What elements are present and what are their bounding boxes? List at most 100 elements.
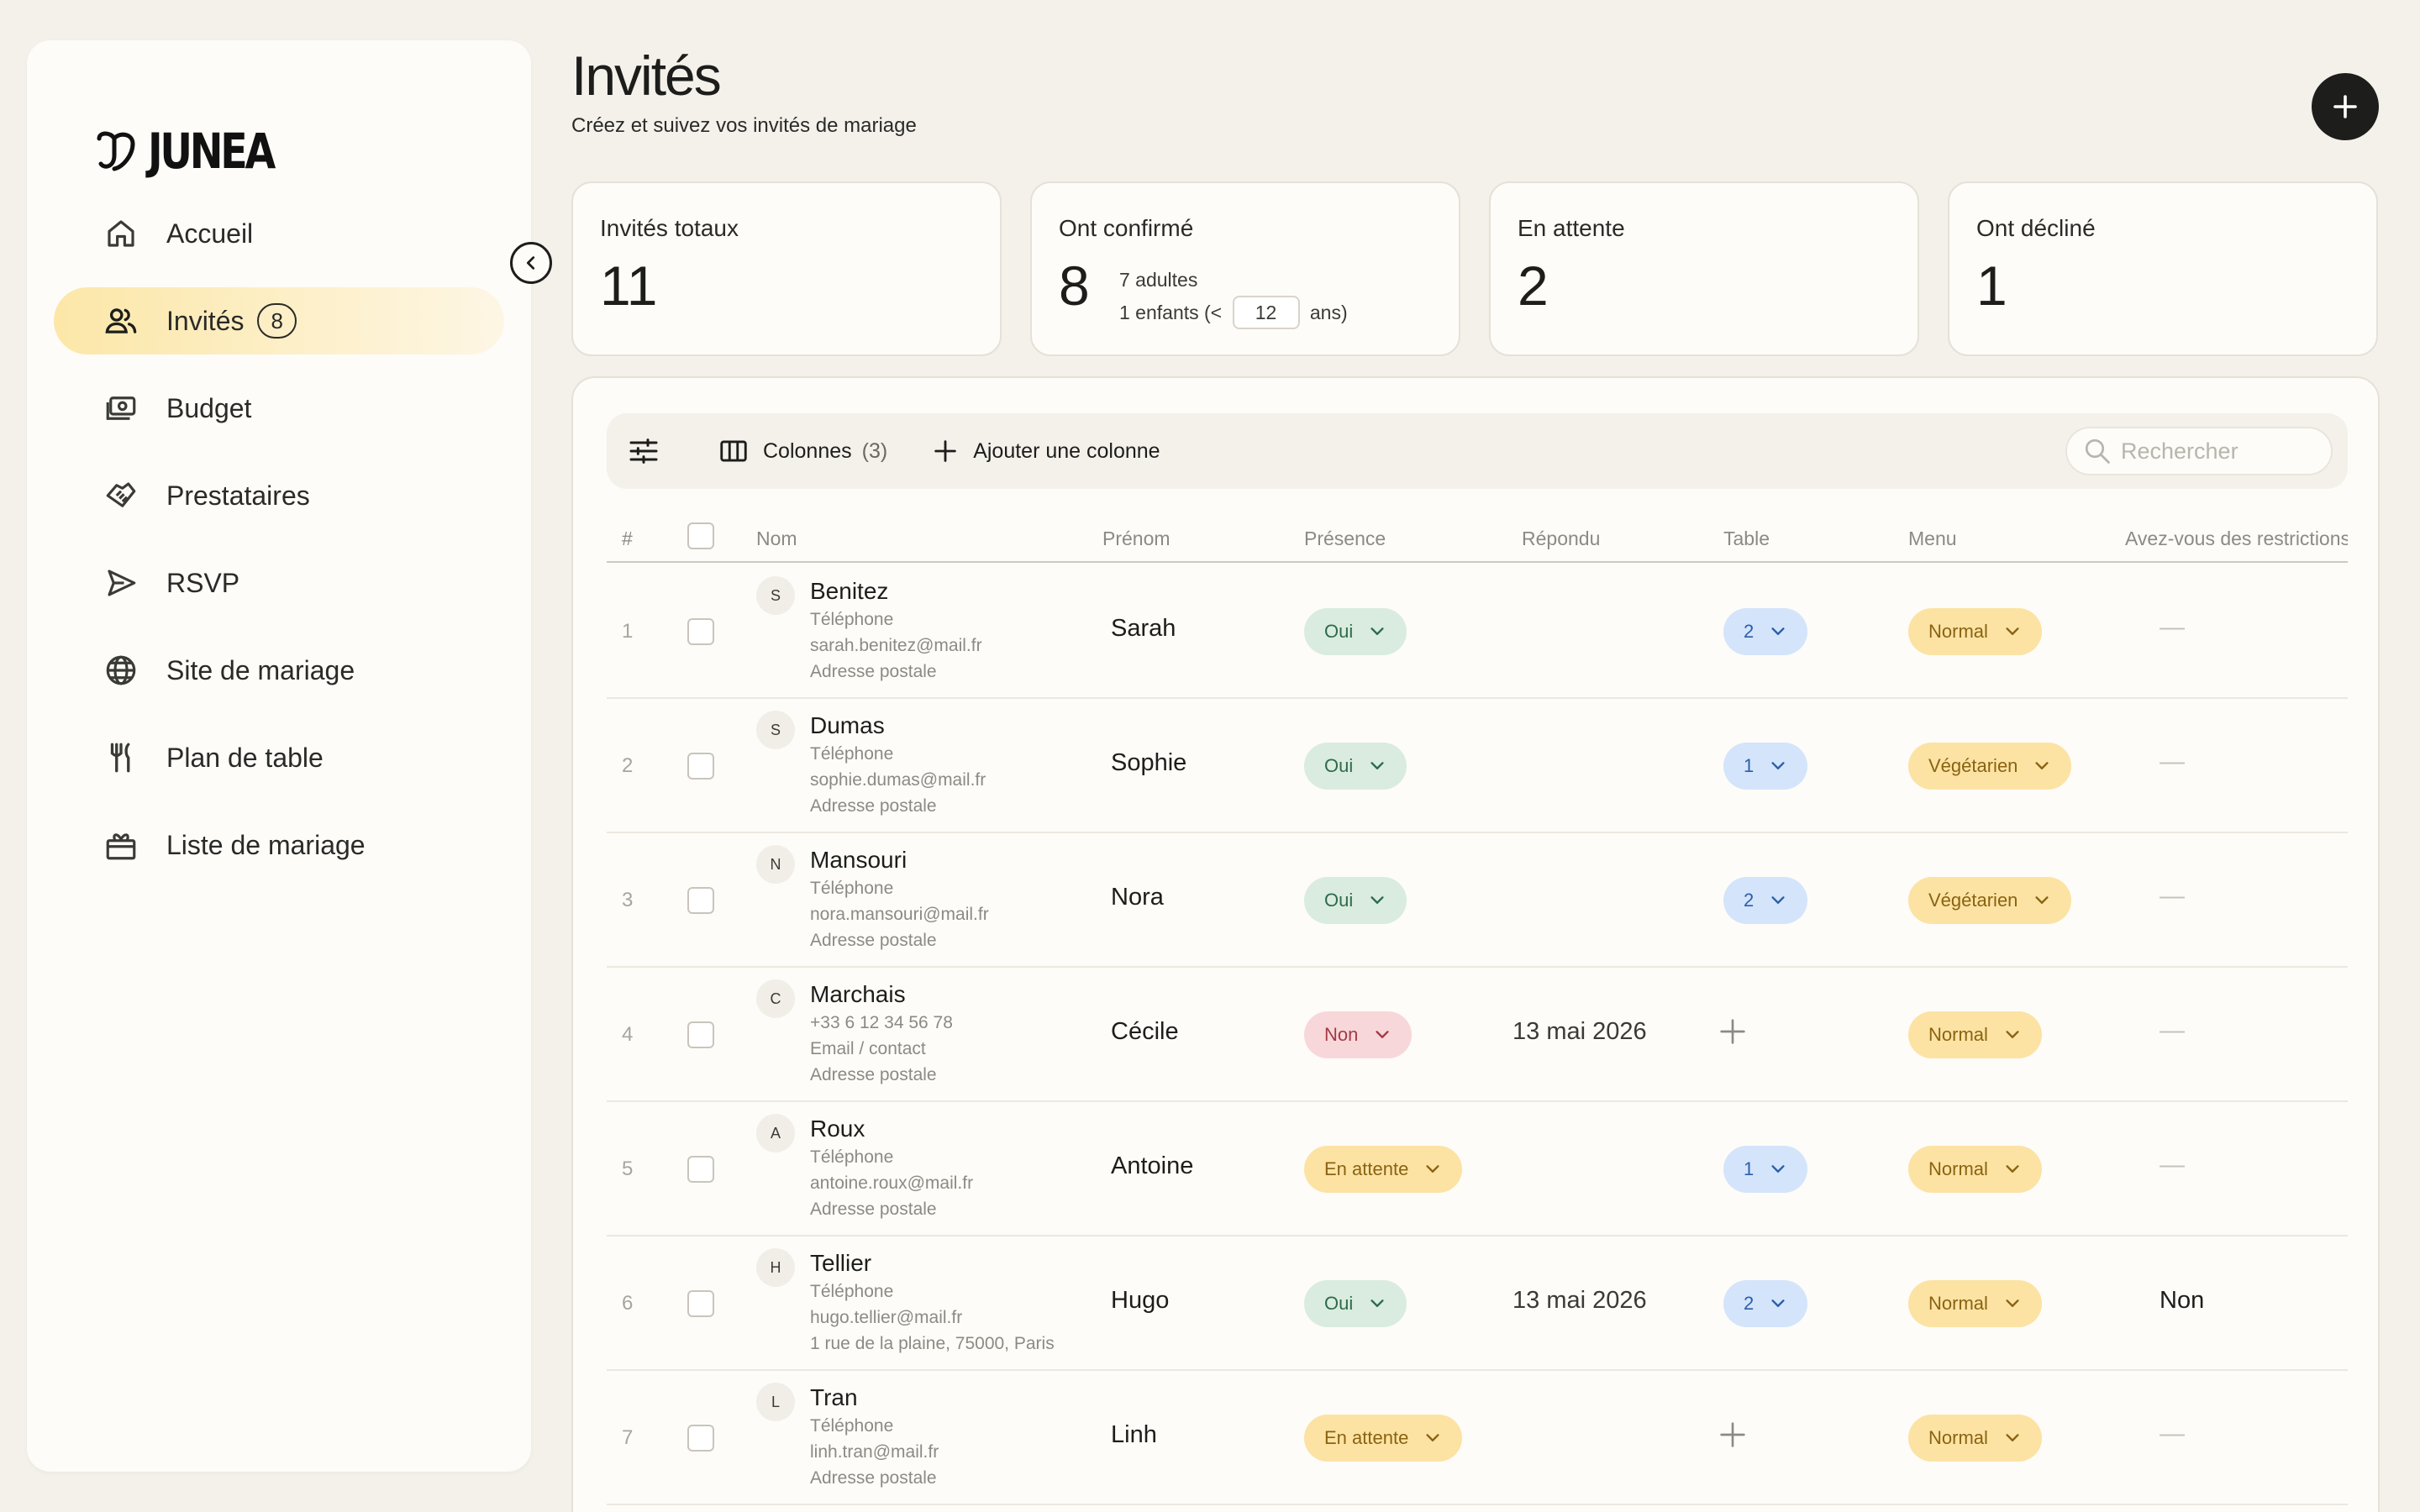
row-checkbox[interactable] [687, 1290, 714, 1317]
menu-select[interactable]: Normal [1908, 1280, 2042, 1327]
guest-phone[interactable]: Téléphone [810, 1278, 1055, 1305]
sidebar-item-invites[interactable]: Invités 8 [54, 287, 504, 354]
col-header-nom[interactable]: Nom [756, 528, 797, 550]
guest-phone[interactable]: Téléphone [810, 606, 982, 633]
guest-address[interactable]: Adresse postale [810, 1196, 973, 1222]
guest-last-name[interactable]: Roux [810, 1114, 973, 1144]
assign-table-button[interactable] [1716, 1418, 1749, 1456]
presence-select[interactable]: Oui [1304, 608, 1407, 655]
col-header-prenom[interactable]: Prénom [1102, 528, 1171, 550]
add-column-button[interactable]: Ajouter une colonne [931, 437, 1160, 465]
guest-last-name[interactable]: Tran [810, 1383, 939, 1413]
col-header-repondu[interactable]: Répondu [1522, 528, 1600, 550]
guest-email[interactable]: sophie.dumas@mail.fr [810, 767, 986, 793]
guest-first-name[interactable]: Nora [1111, 884, 1164, 911]
filter-button[interactable] [627, 434, 674, 468]
sidebar-item-budget[interactable]: Budget [54, 375, 504, 442]
sidebar-item-accueil[interactable]: Accueil [54, 200, 504, 267]
presence-select[interactable]: En attente [1304, 1146, 1463, 1193]
guest-email[interactable]: linh.tran@mail.fr [810, 1439, 939, 1465]
presence-value: En attente [1324, 1427, 1409, 1448]
select-all-checkbox[interactable] [687, 522, 714, 549]
restriction-value[interactable]: — [2160, 748, 2185, 776]
menu-select[interactable]: Normal [1908, 1011, 2042, 1058]
table-select[interactable]: 2 [1723, 877, 1808, 924]
row-checkbox[interactable] [687, 1425, 714, 1452]
restriction-value[interactable]: — [2160, 1151, 2185, 1179]
sidebar-item-label: RSVP [166, 567, 240, 598]
guest-email[interactable]: Email / contact [810, 1036, 953, 1062]
presence-select[interactable]: Oui [1304, 1280, 1407, 1327]
menu-select[interactable]: Végétarien [1908, 877, 2072, 924]
restriction-value[interactable]: Non [2160, 1287, 2204, 1315]
col-header-table[interactable]: Table [1723, 528, 1770, 550]
menu-select[interactable]: Normal [1908, 608, 2042, 655]
guest-first-name[interactable]: Sarah [1111, 615, 1176, 643]
guest-first-name[interactable]: Hugo [1111, 1287, 1169, 1315]
collapse-sidebar-button[interactable] [510, 242, 552, 284]
menu-select[interactable]: Normal [1908, 1415, 2042, 1462]
guest-email[interactable]: antoine.roux@mail.fr [810, 1170, 973, 1196]
guest-address[interactable]: Adresse postale [810, 659, 982, 685]
presence-select[interactable]: En attente [1304, 1415, 1463, 1462]
guest-address[interactable]: Adresse postale [810, 793, 986, 819]
logo-text: JUNEA [148, 123, 276, 180]
menu-select[interactable]: Végétarien [1908, 743, 2072, 790]
search-input[interactable]: Rechercher [2065, 427, 2333, 475]
presence-select[interactable]: Oui [1304, 743, 1407, 790]
table-select[interactable]: 1 [1723, 1146, 1808, 1193]
guest-last-name[interactable]: Dumas [810, 711, 986, 741]
table-select[interactable]: 1 [1723, 743, 1808, 790]
guest-email[interactable]: sarah.benitez@mail.fr [810, 633, 982, 659]
restriction-value[interactable]: — [2160, 882, 2185, 911]
guest-email[interactable]: nora.mansouri@mail.fr [810, 901, 989, 927]
assign-table-button[interactable] [1716, 1015, 1749, 1053]
table-select[interactable]: 2 [1723, 608, 1808, 655]
guest-address[interactable]: 1 rue de la plaine, 75000, Paris [810, 1331, 1055, 1357]
restriction-value[interactable]: — [2160, 1016, 2185, 1045]
guest-address[interactable]: Adresse postale [810, 1062, 953, 1088]
guest-address[interactable]: Adresse postale [810, 1465, 939, 1491]
sidebar-item-site-de-mariage[interactable]: Site de mariage [54, 637, 504, 704]
guest-first-name[interactable]: Cécile [1111, 1018, 1179, 1046]
restriction-value[interactable]: — [2160, 1420, 2185, 1448]
col-header-menu[interactable]: Menu [1908, 528, 1957, 550]
guest-last-name[interactable]: Mansouri [810, 845, 989, 875]
chevron-left-icon [526, 256, 535, 270]
row-checkbox[interactable] [687, 1156, 714, 1183]
menu-value: Végétarien [1928, 890, 2018, 911]
logo[interactable]: JUNEA [94, 123, 301, 180]
col-header-presence[interactable]: Présence [1304, 528, 1386, 550]
sidebar-item-plan-de-table[interactable]: Plan de table [54, 724, 504, 791]
restriction-value[interactable]: — [2160, 613, 2185, 642]
row-checkbox[interactable] [687, 1021, 714, 1048]
guest-last-name[interactable]: Tellier [810, 1248, 1055, 1278]
menu-select[interactable]: Normal [1908, 1146, 2042, 1193]
row-checkbox[interactable] [687, 753, 714, 780]
guest-address[interactable]: Adresse postale [810, 927, 989, 953]
columns-button[interactable]: Colonnes (3) [718, 435, 887, 467]
guest-first-name[interactable]: Linh [1111, 1421, 1157, 1449]
guest-last-name[interactable]: Benitez [810, 576, 982, 606]
guest-last-name[interactable]: Marchais [810, 979, 953, 1010]
guest-first-name[interactable]: Sophie [1111, 749, 1186, 777]
chevron-down-icon [2035, 762, 2049, 769]
guest-email[interactable]: hugo.tellier@mail.fr [810, 1305, 1055, 1331]
sidebar-item-rsvp[interactable]: RSVP [54, 549, 504, 617]
row-checkbox[interactable] [687, 887, 714, 914]
child-age-limit-input[interactable]: 12 [1232, 296, 1300, 329]
presence-select[interactable]: Non [1304, 1011, 1413, 1058]
row-checkbox[interactable] [687, 618, 714, 645]
guest-phone[interactable]: Téléphone [810, 1144, 973, 1170]
presence-select[interactable]: Oui [1304, 877, 1407, 924]
sidebar-item-prestataires[interactable]: Prestataires [54, 462, 504, 529]
col-header-restrictions[interactable]: Avez-vous des restrictions [2125, 528, 2348, 550]
guest-phone[interactable]: Téléphone [810, 875, 989, 901]
sidebar-item-liste-de-mariage[interactable]: Liste de mariage [54, 811, 504, 879]
guest-phone[interactable]: Téléphone [810, 1413, 939, 1439]
table-select[interactable]: 2 [1723, 1280, 1808, 1327]
guest-first-name[interactable]: Antoine [1111, 1152, 1193, 1180]
guest-phone[interactable]: Téléphone [810, 741, 986, 767]
add-guest-button[interactable] [2312, 73, 2379, 140]
guest-phone[interactable]: +33 6 12 34 56 78 [810, 1010, 953, 1036]
